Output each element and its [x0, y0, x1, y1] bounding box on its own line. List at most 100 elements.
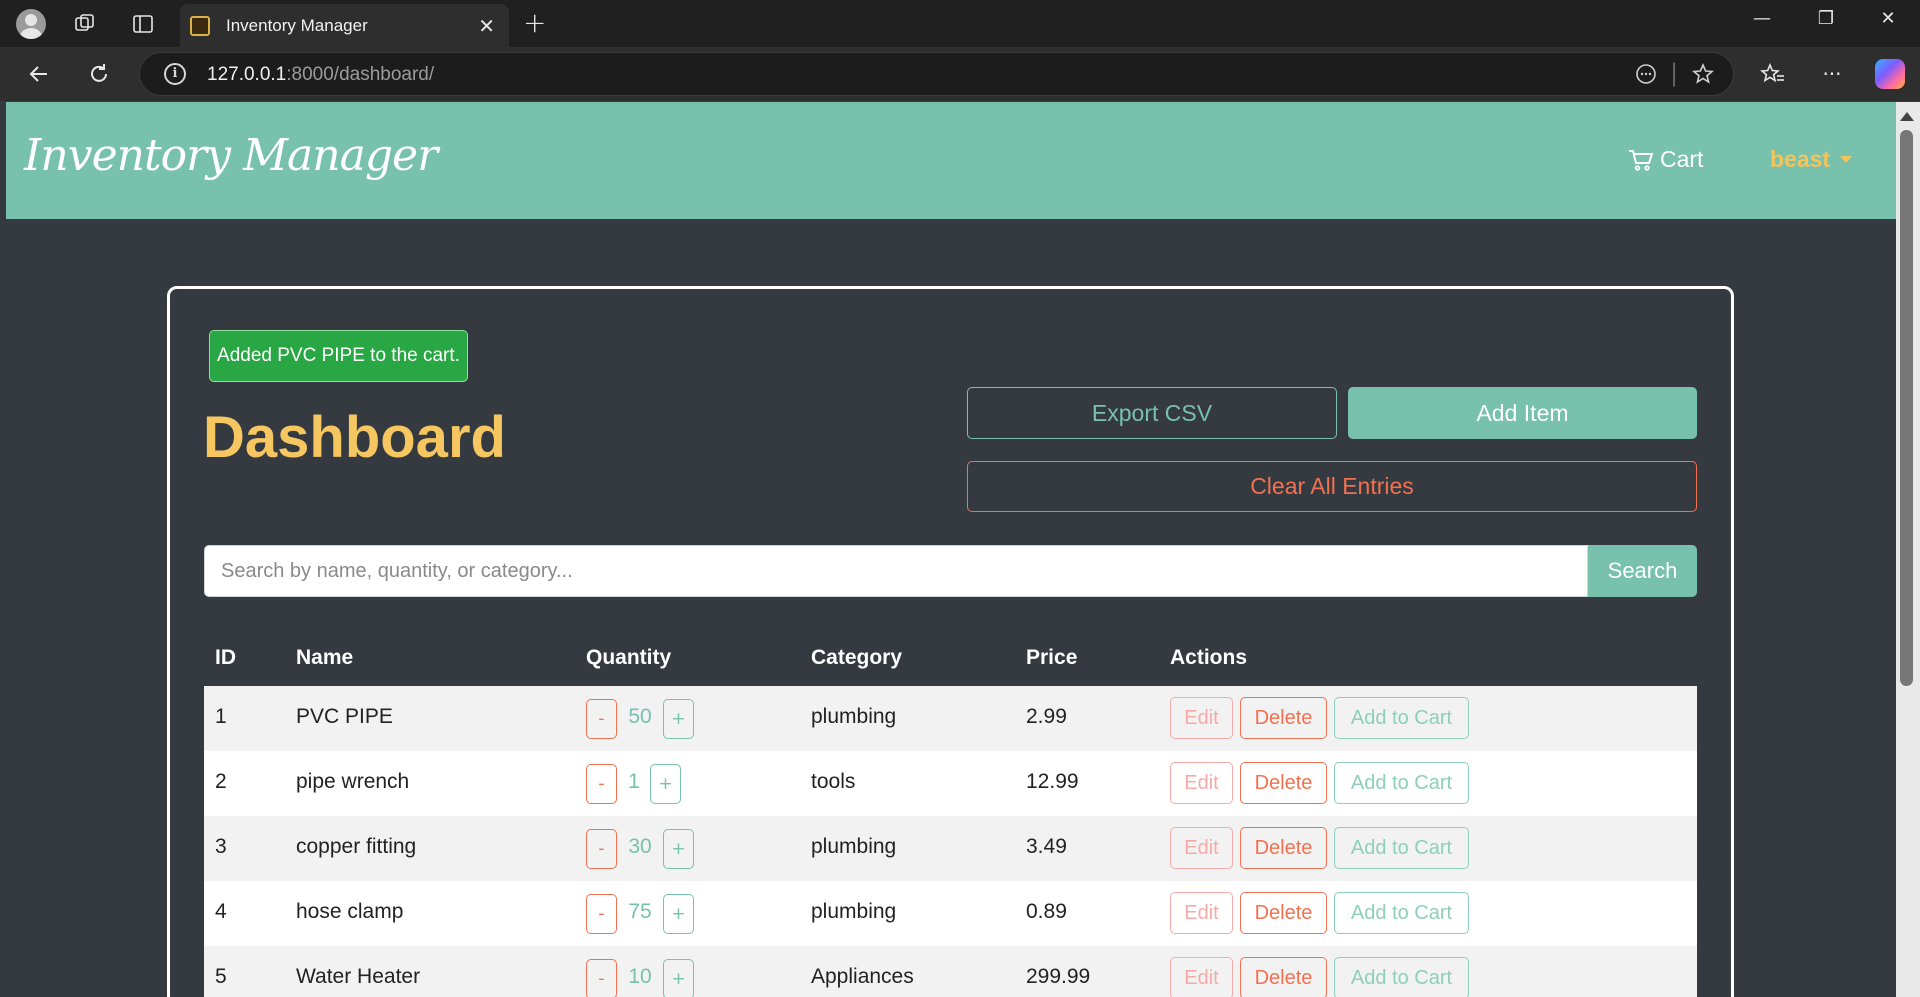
- cell-id: 5: [215, 965, 227, 988]
- url-field[interactable]: i 127.0.0.1:8000/dashboard/ |: [139, 52, 1734, 96]
- add-to-cart-button[interactable]: Add to Cart: [1334, 697, 1469, 739]
- cell-quantity: 50: [628, 705, 652, 728]
- cell-price: 299.99: [1026, 965, 1091, 988]
- delete-button[interactable]: Delete: [1240, 762, 1327, 804]
- cell-category: plumbing: [811, 900, 897, 923]
- increase-quantity-button[interactable]: +: [663, 959, 694, 997]
- search-button[interactable]: Search: [1588, 545, 1697, 597]
- export-csv-button[interactable]: Export CSV: [967, 387, 1337, 439]
- cell-name: Water Heater: [296, 965, 421, 988]
- add-to-cart-button[interactable]: Add to Cart: [1334, 892, 1469, 934]
- reading-mode-icon[interactable]: [1634, 62, 1658, 91]
- add-to-cart-button[interactable]: Add to Cart: [1334, 762, 1469, 804]
- cell-name: pipe wrench: [296, 770, 410, 793]
- edit-button[interactable]: Edit: [1170, 957, 1233, 997]
- add-to-cart-button[interactable]: Add to Cart: [1334, 827, 1469, 869]
- copilot-icon[interactable]: [1875, 59, 1905, 89]
- minimize-icon[interactable]: —: [1742, 8, 1782, 29]
- decrease-quantity-button[interactable]: -: [586, 959, 617, 997]
- more-icon[interactable]: ···: [1815, 57, 1849, 91]
- increase-quantity-button[interactable]: +: [663, 699, 694, 739]
- cell-id: 2: [215, 770, 227, 793]
- active-tab[interactable]: Inventory Manager ✕: [180, 4, 509, 47]
- refresh-icon[interactable]: [82, 57, 116, 91]
- edit-button[interactable]: Edit: [1170, 827, 1233, 869]
- favorites-icon[interactable]: [1756, 57, 1790, 91]
- clear-all-button[interactable]: Clear All Entries: [967, 461, 1697, 512]
- user-dropdown[interactable]: beast: [1770, 146, 1853, 173]
- header-quantity: Quantity: [586, 646, 672, 669]
- user-name: beast: [1770, 146, 1831, 172]
- decrease-quantity-button[interactable]: -: [586, 894, 617, 934]
- decrease-quantity-button[interactable]: -: [586, 764, 617, 804]
- cart-link[interactable]: Cart: [1628, 146, 1703, 173]
- profile-icon[interactable]: [15, 9, 47, 39]
- increase-quantity-button[interactable]: +: [663, 894, 694, 934]
- cell-price: 2.99: [1026, 705, 1067, 728]
- url-text: 127.0.0.1:8000/dashboard/: [207, 64, 434, 86]
- cell-name: hose clamp: [296, 900, 404, 923]
- increase-quantity-button[interactable]: +: [650, 764, 681, 804]
- table-row: 1 PVC PIPE - 50 + plumbing 2.99 Edit Del…: [204, 686, 1697, 751]
- increase-quantity-button[interactable]: +: [663, 829, 694, 869]
- cart-label: Cart: [1660, 146, 1704, 172]
- url-path: :8000/dashboard/: [286, 64, 435, 85]
- restore-icon[interactable]: ❐: [1806, 8, 1846, 29]
- cell-price: 12.99: [1026, 770, 1079, 793]
- add-to-cart-button[interactable]: Add to Cart: [1334, 957, 1469, 997]
- scrollbar-thumb[interactable]: [1900, 130, 1913, 686]
- brand-logo[interactable]: Inventory Manager: [24, 130, 438, 181]
- delete-button[interactable]: Delete: [1240, 697, 1327, 739]
- table-row: 3 copper fitting - 30 + plumbing 3.49 Ed…: [204, 816, 1697, 881]
- cell-id: 4: [215, 900, 227, 923]
- header-name: Name: [296, 646, 354, 669]
- cell-quantity: 1: [628, 770, 640, 793]
- table-row: 4 hose clamp - 75 + plumbing 0.89 Edit D…: [204, 881, 1697, 946]
- cell-quantity: 75: [628, 900, 652, 923]
- site-info-icon[interactable]: i: [164, 63, 186, 85]
- chevron-down-icon: [1840, 156, 1853, 163]
- table-header: ID Name Quantity Category Price Actions: [204, 638, 1697, 686]
- tab-title: Inventory Manager: [226, 15, 368, 35]
- close-window-icon[interactable]: ✕: [1868, 8, 1908, 29]
- decrease-quantity-button[interactable]: -: [586, 829, 617, 869]
- header-id: ID: [215, 646, 236, 669]
- workspaces-icon[interactable]: [69, 9, 101, 39]
- cell-name: PVC PIPE: [296, 705, 393, 728]
- table-row: 5 Water Heater - 10 + Appliances 299.99 …: [204, 946, 1697, 997]
- edit-button[interactable]: Edit: [1170, 762, 1233, 804]
- success-alert: Added PVC PIPE to the cart.: [209, 330, 468, 382]
- header-price: Price: [1026, 646, 1078, 669]
- scroll-up-icon[interactable]: [1900, 112, 1914, 121]
- cell-category: tools: [811, 770, 856, 793]
- search-input[interactable]: [204, 545, 1588, 597]
- delete-button[interactable]: Delete: [1240, 827, 1327, 869]
- add-item-button[interactable]: Add Item: [1348, 387, 1697, 439]
- delete-button[interactable]: Delete: [1240, 957, 1327, 997]
- vertical-tabs-icon[interactable]: [127, 9, 159, 39]
- back-icon[interactable]: [22, 57, 56, 91]
- delete-button[interactable]: Delete: [1240, 892, 1327, 934]
- header-category: Category: [811, 646, 903, 669]
- header-actions: Actions: [1170, 646, 1248, 669]
- favorite-star-icon[interactable]: [1691, 62, 1715, 91]
- url-divider: |: [1670, 59, 1679, 87]
- cell-price: 3.49: [1026, 835, 1067, 858]
- edit-button[interactable]: Edit: [1170, 892, 1233, 934]
- url-host: 127.0.0.1: [207, 64, 287, 85]
- close-tab-icon[interactable]: ✕: [478, 14, 495, 38]
- cell-id: 3: [215, 835, 227, 858]
- cell-quantity: 30: [628, 835, 652, 858]
- cell-id: 1: [215, 705, 227, 728]
- cell-category: Appliances: [811, 965, 914, 988]
- new-tab-icon[interactable]: +: [523, 8, 546, 38]
- cell-category: plumbing: [811, 705, 897, 728]
- cell-category: plumbing: [811, 835, 897, 858]
- cart-icon: [1628, 148, 1654, 172]
- decrease-quantity-button[interactable]: -: [586, 699, 617, 739]
- edit-button[interactable]: Edit: [1170, 697, 1233, 739]
- page-title: Dashboard: [203, 405, 506, 470]
- app-navbar: Inventory Manager Cart beast: [6, 102, 1896, 219]
- site-favicon-icon: [190, 15, 210, 36]
- cell-name: copper fitting: [296, 835, 417, 858]
